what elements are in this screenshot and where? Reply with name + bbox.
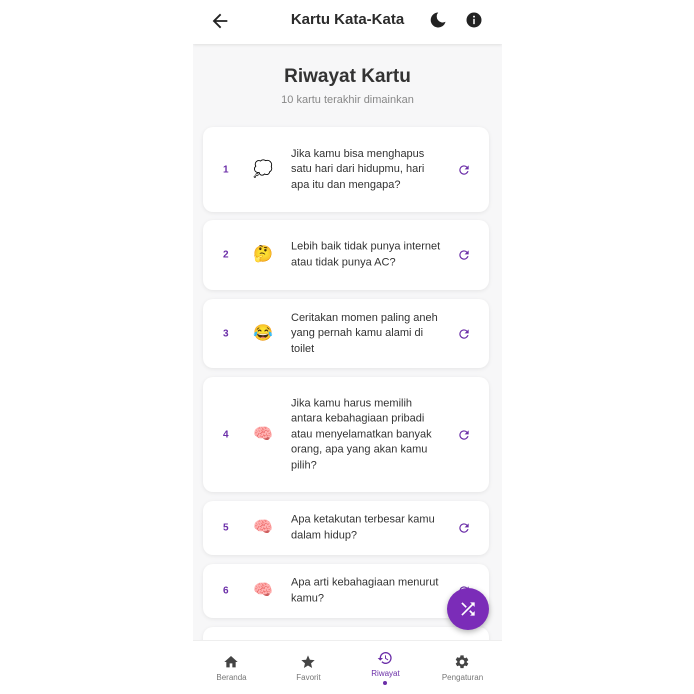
app-screen: Kartu Kata-Kata Riwayat Kartu 10 kartu t… [193, 0, 502, 694]
history-card[interactable] [203, 627, 489, 640]
brain-icon: 🧠 [253, 519, 273, 536]
bottom-navigation: Beranda Favorit Riwayat Pengaturan [193, 640, 502, 694]
card-number: 3 [223, 328, 229, 339]
card-text: Jika kamu bisa menghapus satu hari dari … [291, 147, 425, 191]
card-text: Lebih baik tidak punya internet atau tid… [291, 240, 441, 269]
card-text: Apa arti kebahagiaan menurut kamu? [291, 576, 439, 605]
active-indicator [383, 681, 387, 685]
history-card[interactable]: 5 🧠 Apa ketakutan terbesar kamu dalam hi… [203, 501, 489, 555]
nav-history-label: Riwayat [371, 669, 400, 678]
card-number: 6 [223, 585, 229, 597]
history-content: Riwayat Kartu 10 kartu terakhir dimainka… [193, 44, 502, 640]
moon-icon[interactable] [429, 11, 447, 29]
card-number: 4 [223, 429, 229, 440]
replay-icon[interactable] [457, 428, 471, 442]
app-bar: Kartu Kata-Kata [193, 0, 502, 44]
card-number: 5 [223, 522, 229, 534]
nav-history[interactable]: Riwayat [347, 641, 424, 694]
page-subtitle: 10 kartu terakhir dimainkan [281, 94, 414, 106]
history-card[interactable]: 2 🤔 Lebih baik tidak punya internet atau… [203, 220, 489, 290]
history-icon [377, 652, 392, 664]
thinking-face-icon: 🤔 [253, 246, 273, 263]
shuffle-button[interactable] [447, 588, 489, 630]
shuffle-icon [461, 602, 475, 616]
replay-icon[interactable] [457, 521, 471, 535]
nav-favorites-label: Favorit [296, 673, 321, 682]
star-icon [301, 655, 315, 668]
history-card[interactable]: 3 😂 Ceritakan momen paling aneh yang per… [203, 299, 489, 368]
brain-icon: 🧠 [253, 582, 273, 599]
home-icon [224, 656, 238, 668]
page-title: Riwayat Kartu [284, 66, 411, 87]
card-text: Ceritakan momen paling aneh yang pernah … [291, 311, 438, 355]
history-card[interactable]: 4 🧠 Jika kamu harus memilih antara kebah… [203, 377, 489, 492]
card-number: 1 [223, 164, 229, 175]
nav-home[interactable]: Beranda [193, 641, 270, 694]
info-icon[interactable] [465, 11, 483, 29]
app-title: Kartu Kata-Kata [290, 11, 405, 28]
history-card[interactable]: 1 💭 Jika kamu bisa menghapus satu hari d… [203, 127, 489, 212]
brain-icon: 🧠 [253, 425, 273, 443]
card-number: 2 [223, 249, 229, 261]
card-text: Apa ketakutan terbesar kamu dalam hidup? [291, 513, 435, 542]
replay-icon[interactable] [457, 163, 471, 177]
nav-favorites[interactable]: Favorit [270, 641, 347, 694]
replay-icon[interactable] [457, 327, 471, 341]
thought-bubble-icon: 💭 [253, 160, 273, 178]
nav-home-label: Beranda [216, 673, 247, 682]
nav-settings[interactable]: Pengaturan [424, 641, 501, 694]
card-text: Jika kamu harus memilih antara kebahagia… [291, 396, 432, 471]
nav-settings-label: Pengaturan [441, 673, 484, 682]
replay-icon[interactable] [457, 248, 471, 262]
laughing-face-icon: 😂 [253, 324, 273, 342]
gear-icon [455, 655, 469, 669]
